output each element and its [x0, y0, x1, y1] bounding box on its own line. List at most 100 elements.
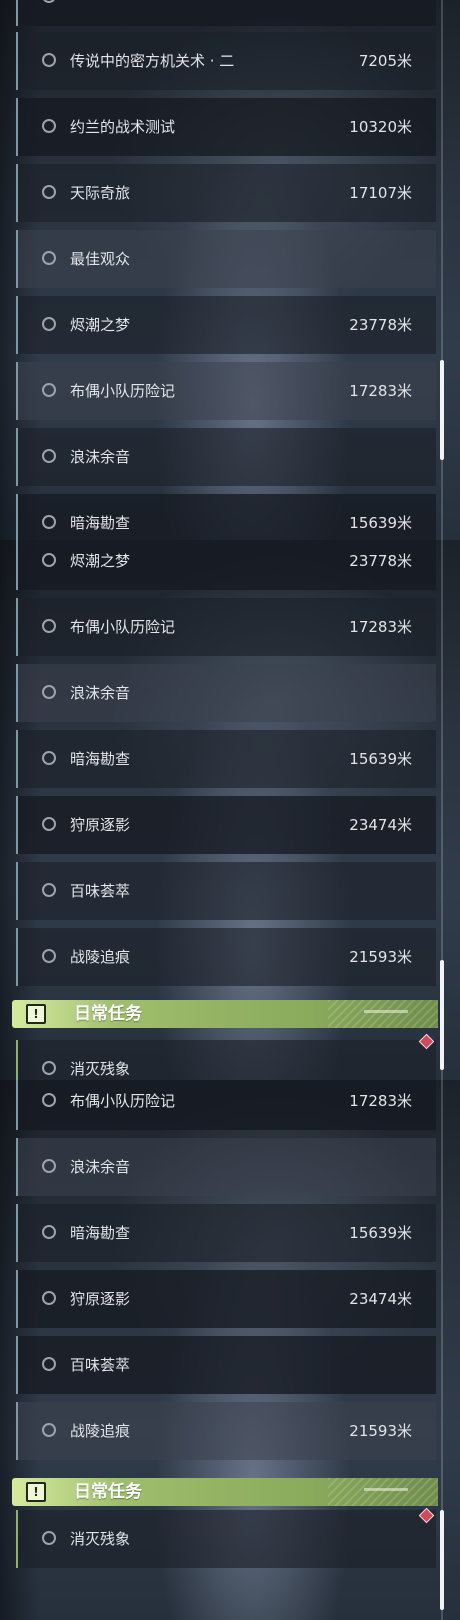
daily-quest-row[interactable]: 消灭残象 — [16, 1040, 436, 1080]
quest-distance: 21593米 — [349, 948, 412, 966]
exclamation-badge-icon: ! — [26, 1004, 46, 1024]
header-stripes — [328, 1478, 438, 1506]
radio-circle-icon[interactable] — [42, 119, 56, 133]
radio-circle-icon[interactable] — [42, 1093, 56, 1107]
section-title: 日常任务 — [74, 1482, 142, 1502]
header-stripes — [328, 1000, 438, 1028]
quest-distance: 17283米 — [349, 1092, 412, 1110]
quest-name: 暗海勘查 — [70, 1224, 131, 1242]
quest-row[interactable]: 布偶小队历险记 17283米 — [16, 1080, 436, 1130]
quest-name: 消灭残象 — [70, 1530, 131, 1548]
quest-distance: 23778米 — [349, 316, 412, 334]
radio-circle-icon[interactable] — [42, 883, 56, 897]
radio-circle-icon[interactable] — [42, 251, 56, 265]
quest-distance: 23474米 — [349, 816, 412, 834]
quest-name: 暗海勘查 — [70, 514, 131, 532]
quest-name: 浪沫余音 — [70, 1158, 131, 1176]
quest-row[interactable]: 浪沫余音 — [16, 428, 436, 486]
scrollbar-thumb[interactable] — [440, 960, 444, 1070]
header-tag — [364, 1010, 408, 1013]
radio-circle-icon[interactable] — [42, 1423, 56, 1437]
radio-circle-icon[interactable] — [42, 1357, 56, 1371]
quest-row[interactable]: 暗海勘查 15639米 — [16, 730, 436, 788]
radio-circle-icon[interactable] — [42, 383, 56, 397]
quest-row[interactable]: 战陵追痕 21593米 — [16, 928, 436, 986]
radio-circle-icon[interactable] — [42, 685, 56, 699]
quest-distance: 17283米 — [349, 382, 412, 400]
quest-row[interactable]: 浪沫余音 — [16, 664, 436, 722]
quest-row[interactable]: 约兰的战术测试 10320米 — [16, 98, 436, 156]
quest-row[interactable]: 狩原逐影 23474米 — [16, 796, 436, 854]
quest-distance: 21593米 — [349, 1422, 412, 1440]
quest-row[interactable]: 浪沫余音 — [16, 1138, 436, 1196]
quest-distance: 7205米 — [358, 52, 412, 70]
quest-name: 狩原逐影 — [70, 816, 131, 834]
quest-name: 狩原逐影 — [70, 1290, 131, 1308]
radio-circle-icon[interactable] — [42, 449, 56, 463]
quest-row[interactable]: 传说中的密方机关术 · 二 7205米 — [16, 32, 436, 90]
scrollbar[interactable] — [440, 0, 444, 540]
radio-circle-icon[interactable] — [42, 817, 56, 831]
radio-circle-icon[interactable] — [42, 1531, 56, 1545]
quest-name: 暗海勘查 — [70, 750, 131, 768]
quest-name: 战陵追痕 — [70, 1422, 131, 1440]
quest-name: 烬潮之梦 — [70, 552, 131, 570]
scrollbar[interactable] — [440, 540, 444, 1080]
quest-row[interactable]: 烬潮之梦 23778米 — [16, 540, 436, 590]
quest-row[interactable]: 最佳观众 — [16, 230, 436, 288]
quest-name: 传说中的密方机关术 · 二 — [70, 52, 235, 70]
quest-name: 百味荟萃 — [70, 1356, 131, 1374]
radio-circle-icon[interactable] — [42, 619, 56, 633]
radio-circle-icon[interactable] — [42, 1159, 56, 1173]
quest-row[interactable]: 暗海勘查 15639米 — [16, 1204, 436, 1262]
quest-distance: 23778米 — [349, 552, 412, 570]
quest-row[interactable]: 战陵追痕 21593米 — [16, 1402, 436, 1460]
quest-row[interactable]: 布偶小队历险记 17283米 — [16, 362, 436, 420]
quest-list-panel: 布偶小队历险记 17283米 浪沫余音 暗海勘查 15639米 狩原逐影 234… — [0, 1080, 460, 1620]
radio-circle-icon[interactable] — [42, 53, 56, 67]
quest-name: 约兰的战术测试 — [70, 118, 176, 136]
daily-quests-header[interactable]: ! 日常任务 — [12, 1000, 438, 1028]
quest-distance: 17283米 — [349, 618, 412, 636]
quest-row[interactable]: 天际奇旅 17107米 — [16, 164, 436, 222]
quest-name: 天际奇旅 — [70, 184, 131, 202]
radio-circle-icon[interactable] — [42, 949, 56, 963]
quest-row[interactable]: 狩原逐影 23474米 — [16, 1270, 436, 1328]
exclamation-badge-icon: ! — [26, 1482, 46, 1502]
radio-circle-icon[interactable] — [42, 1291, 56, 1305]
badge-glyph: ! — [33, 1007, 39, 1021]
header-tag — [364, 1488, 408, 1491]
quest-row[interactable] — [16, 0, 436, 26]
quest-row[interactable]: 暗海勘查 15639米 — [16, 494, 436, 540]
quest-distance: 15639米 — [349, 514, 412, 532]
quest-name: 浪沫余音 — [70, 448, 131, 466]
daily-quests-header[interactable]: ! 日常任务 — [12, 1478, 438, 1506]
quest-row[interactable]: 烬潮之梦 23778米 — [16, 296, 436, 354]
quest-list-panel: 烬潮之梦 23778米 布偶小队历险记 17283米 浪沫余音 暗海勘查 156… — [0, 540, 460, 1080]
quest-row[interactable]: 百味荟萃 — [16, 1336, 436, 1394]
radio-circle-icon[interactable] — [42, 185, 56, 199]
radio-circle-icon[interactable] — [42, 317, 56, 331]
scrollbar-thumb[interactable] — [440, 1510, 444, 1610]
quest-name: 最佳观众 — [70, 250, 131, 268]
quest-name: 布偶小队历险记 — [70, 1092, 176, 1110]
quest-distance: 15639米 — [349, 750, 412, 768]
radio-circle-icon[interactable] — [42, 553, 56, 567]
section-title: 日常任务 — [74, 1004, 142, 1024]
daily-quest-row[interactable]: 消灭残象 — [16, 1510, 436, 1568]
radio-circle-icon[interactable] — [42, 751, 56, 765]
quest-row[interactable]: 百味荟萃 — [16, 862, 436, 920]
radio-circle-icon[interactable] — [42, 515, 56, 529]
quest-row[interactable]: 布偶小队历险记 17283米 — [16, 598, 436, 656]
quest-name: 烬潮之梦 — [70, 316, 131, 334]
radio-circle-icon[interactable] — [42, 1225, 56, 1239]
quest-name: 布偶小队历险记 — [70, 382, 176, 400]
quest-name: 消灭残象 — [70, 1060, 131, 1078]
quest-name: 百味荟萃 — [70, 882, 131, 900]
quest-distance: 23474米 — [349, 1290, 412, 1308]
scrollbar[interactable] — [440, 1080, 444, 1620]
scrollbar-thumb[interactable] — [440, 360, 444, 460]
quest-name: 浪沫余音 — [70, 684, 131, 702]
radio-circle-icon[interactable] — [42, 1061, 56, 1075]
radio-circle-icon[interactable] — [42, 0, 56, 3]
